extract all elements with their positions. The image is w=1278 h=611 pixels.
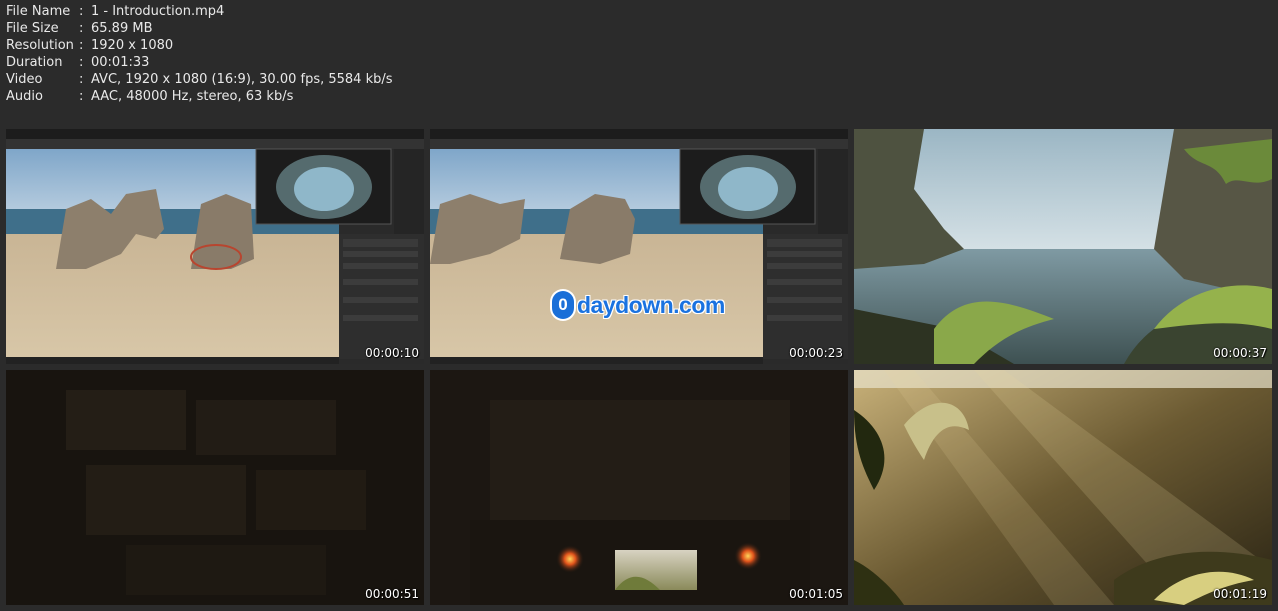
separator: : [79, 38, 84, 53]
audio-label: Audio [6, 89, 43, 104]
file-size-value: 65.89 MB [91, 21, 153, 36]
thumbnail-timestamp: 00:00:23 [789, 346, 843, 360]
file-name-row: File Name : 1 - Introduction.mp4 [6, 3, 393, 20]
audio-row: Audio : AAC, 48000 Hz, stereo, 63 kb/s [6, 88, 393, 105]
audio-value: AAC, 48000 Hz, stereo, 63 kb/s [91, 89, 294, 104]
separator: : [79, 89, 84, 104]
thumbnail-timestamp: 00:00:37 [1213, 346, 1267, 360]
video-row: Video : AVC, 1920 x 1080 (16:9), 30.00 f… [6, 71, 393, 88]
video-value: AVC, 1920 x 1080 (16:9), 30.00 fps, 5584… [91, 72, 393, 87]
editor-rock-beach-image [430, 129, 848, 364]
video-contact-sheet: File Name : 1 - Introduction.mp4 File Si… [0, 0, 1278, 611]
duration-label: Duration [6, 55, 63, 70]
thumbnail-6[interactable]: 00:01:19 [854, 370, 1272, 605]
thumbnail-grid: 00:00:10 0 daydown.com 00:00:23 00:00:37… [6, 129, 1273, 605]
jungle-sunrays-image [854, 370, 1272, 605]
separator: : [79, 55, 84, 70]
resolution-row: Resolution : 1920 x 1080 [6, 37, 393, 54]
file-info-panel: File Name : 1 - Introduction.mp4 File Si… [6, 3, 393, 105]
separator: : [79, 21, 84, 36]
thumbnail-3[interactable]: 00:00:37 [854, 129, 1272, 364]
separator: : [79, 72, 84, 87]
file-name-label: File Name [6, 4, 71, 19]
video-label: Video [6, 72, 43, 87]
dark-cave-wall-image [6, 370, 424, 605]
duration-row: Duration : 00:01:33 [6, 54, 393, 71]
watermark-logo-icon: 0 [552, 291, 574, 319]
thumbnail-1[interactable]: 00:00:10 [6, 129, 424, 364]
separator: : [79, 4, 84, 19]
resolution-label: Resolution [6, 38, 74, 53]
thumbnail-timestamp: 00:00:10 [365, 346, 419, 360]
thumbnail-2[interactable]: 0 daydown.com 00:00:23 [430, 129, 848, 364]
watermark: 0 daydown.com [552, 291, 725, 319]
file-size-row: File Size : 65.89 MB [6, 20, 393, 37]
thumbnail-timestamp: 00:01:05 [789, 587, 843, 601]
watermark-text: daydown.com [577, 291, 725, 318]
thumbnail-timestamp: 00:00:51 [365, 587, 419, 601]
resolution-value: 1920 x 1080 [91, 38, 174, 53]
thumbnail-5[interactable]: 00:01:05 [430, 370, 848, 605]
thumbnail-4[interactable]: 00:00:51 [6, 370, 424, 605]
file-size-label: File Size [6, 21, 59, 36]
duration-value: 00:01:33 [91, 55, 150, 70]
file-name-value: 1 - Introduction.mp4 [91, 4, 225, 19]
editor-rocks-beach-image [6, 129, 424, 364]
lagoon-cove-image [854, 129, 1272, 364]
thumbnail-timestamp: 00:01:19 [1213, 587, 1267, 601]
cave-doorway-torches-image [430, 370, 848, 605]
